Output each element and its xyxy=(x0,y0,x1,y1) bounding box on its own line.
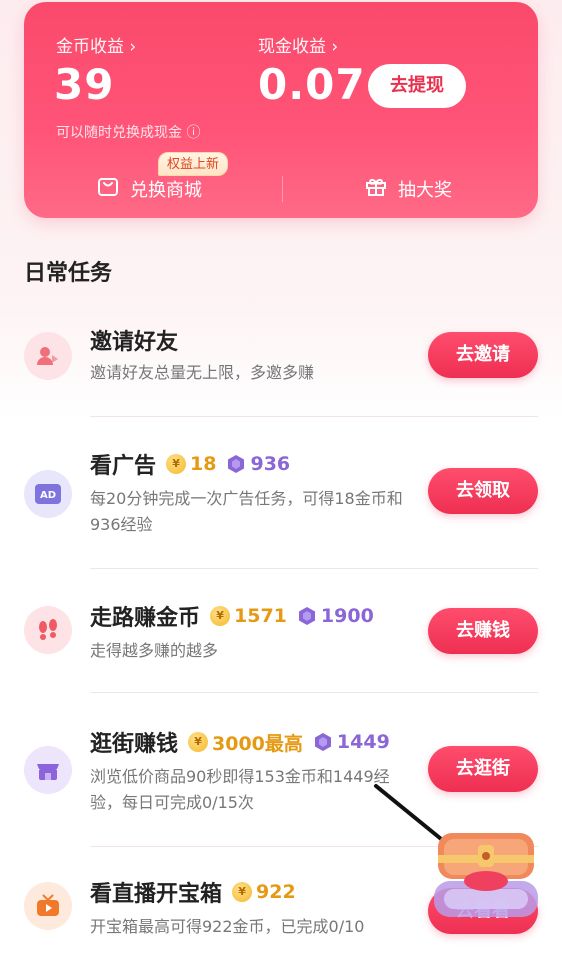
lottery-button[interactable]: 抽大奖 xyxy=(364,174,452,203)
task-description: 开宝箱最高可得922金币，已完成0/10 xyxy=(90,917,365,936)
exchange-shop-label: 兑换商城 xyxy=(130,179,202,201)
coin-icon: ¥ xyxy=(232,882,253,902)
coin-icon: ¥ xyxy=(188,732,209,752)
claim-button[interactable]: 去领取 xyxy=(428,468,538,514)
footprints-icon xyxy=(24,606,72,654)
gem-icon xyxy=(314,733,331,751)
card-divider xyxy=(282,176,283,202)
daily-tasks-title: 日常任务 xyxy=(24,261,113,286)
invite-friends-icon xyxy=(24,332,72,380)
invite-button[interactable]: 去邀请 xyxy=(428,332,538,378)
exp-reward: 1900 xyxy=(297,605,374,627)
coin-reward: ¥3000最高 xyxy=(188,729,303,756)
task-divider xyxy=(90,568,538,569)
withdraw-button[interactable]: 去提现 xyxy=(368,64,466,108)
coin-reward: ¥1571 xyxy=(210,605,287,627)
exchange-shop-button[interactable]: 兑换商城 xyxy=(96,174,202,203)
task-title: 邀请好友 xyxy=(90,330,179,355)
gem-icon xyxy=(298,607,315,625)
task-watch-ads: AD 看广告 ¥18 936 每20分钟完成一次广告任务，可得18金币和936经… xyxy=(24,446,538,556)
cash-earnings-value: 0.07 xyxy=(258,60,366,109)
coin-earnings-link[interactable]: 金币收益 › xyxy=(56,32,136,57)
new-benefits-badge: 权益上新 xyxy=(158,152,229,176)
cash-earnings-link[interactable]: 现金收益 › xyxy=(258,32,338,57)
task-divider xyxy=(90,416,538,417)
task-title: 逛街赚钱 ¥3000最高 1449 xyxy=(90,726,390,758)
coin-icon: ¥ xyxy=(166,454,187,474)
live-tv-icon xyxy=(24,882,72,930)
svg-text:AD: AD xyxy=(40,490,56,501)
task-invite-friends: 邀请好友 邀请好友总量无上限，多邀多赚 去邀请 xyxy=(24,322,538,402)
coin-reward: ¥18 xyxy=(166,453,216,475)
task-divider xyxy=(90,692,538,693)
task-description: 每20分钟完成一次广告任务，可得18金币和936经验 xyxy=(90,489,403,534)
coin-earnings-value: 39 xyxy=(54,60,115,109)
task-title: 看广告 ¥18 936 xyxy=(90,453,291,479)
coin-icon: ¥ xyxy=(210,606,231,626)
treasure-chest-icon xyxy=(434,833,538,917)
coin-reward: ¥922 xyxy=(232,881,296,903)
shopping-bag-icon xyxy=(96,174,120,203)
earn-button[interactable]: 去赚钱 xyxy=(428,608,538,654)
earnings-card: 金币收益 › 39 现金收益 › 0.07 去提现 可以随时兑换成现金 ⓘ 权益… xyxy=(24,2,538,218)
task-description: 邀请好友总量无上限，多邀多赚 xyxy=(90,363,315,382)
task-walking: 走路赚金币 ¥1571 1900 走得越多赚的越多 去赚钱 xyxy=(24,598,538,678)
gift-icon xyxy=(364,174,388,203)
exp-reward: 1449 xyxy=(313,731,390,753)
treasure-chest-widget[interactable] xyxy=(430,815,542,925)
ad-icon: AD xyxy=(24,470,72,518)
task-title: 走路赚金币 ¥1571 1900 xyxy=(90,605,374,631)
shop-icon xyxy=(24,746,72,794)
gem-icon xyxy=(228,455,245,473)
task-description: 浏览低价商品90秒即得153金币和1449经验，每日可完成0/15次 xyxy=(90,767,390,812)
exp-reward: 936 xyxy=(226,453,290,475)
lottery-label: 抽大奖 xyxy=(398,179,452,201)
task-description: 走得越多赚的越多 xyxy=(90,641,219,660)
exchange-hint: 可以随时兑换成现金 ⓘ xyxy=(56,125,201,141)
task-title: 看直播开宝箱 ¥922 xyxy=(90,881,296,907)
